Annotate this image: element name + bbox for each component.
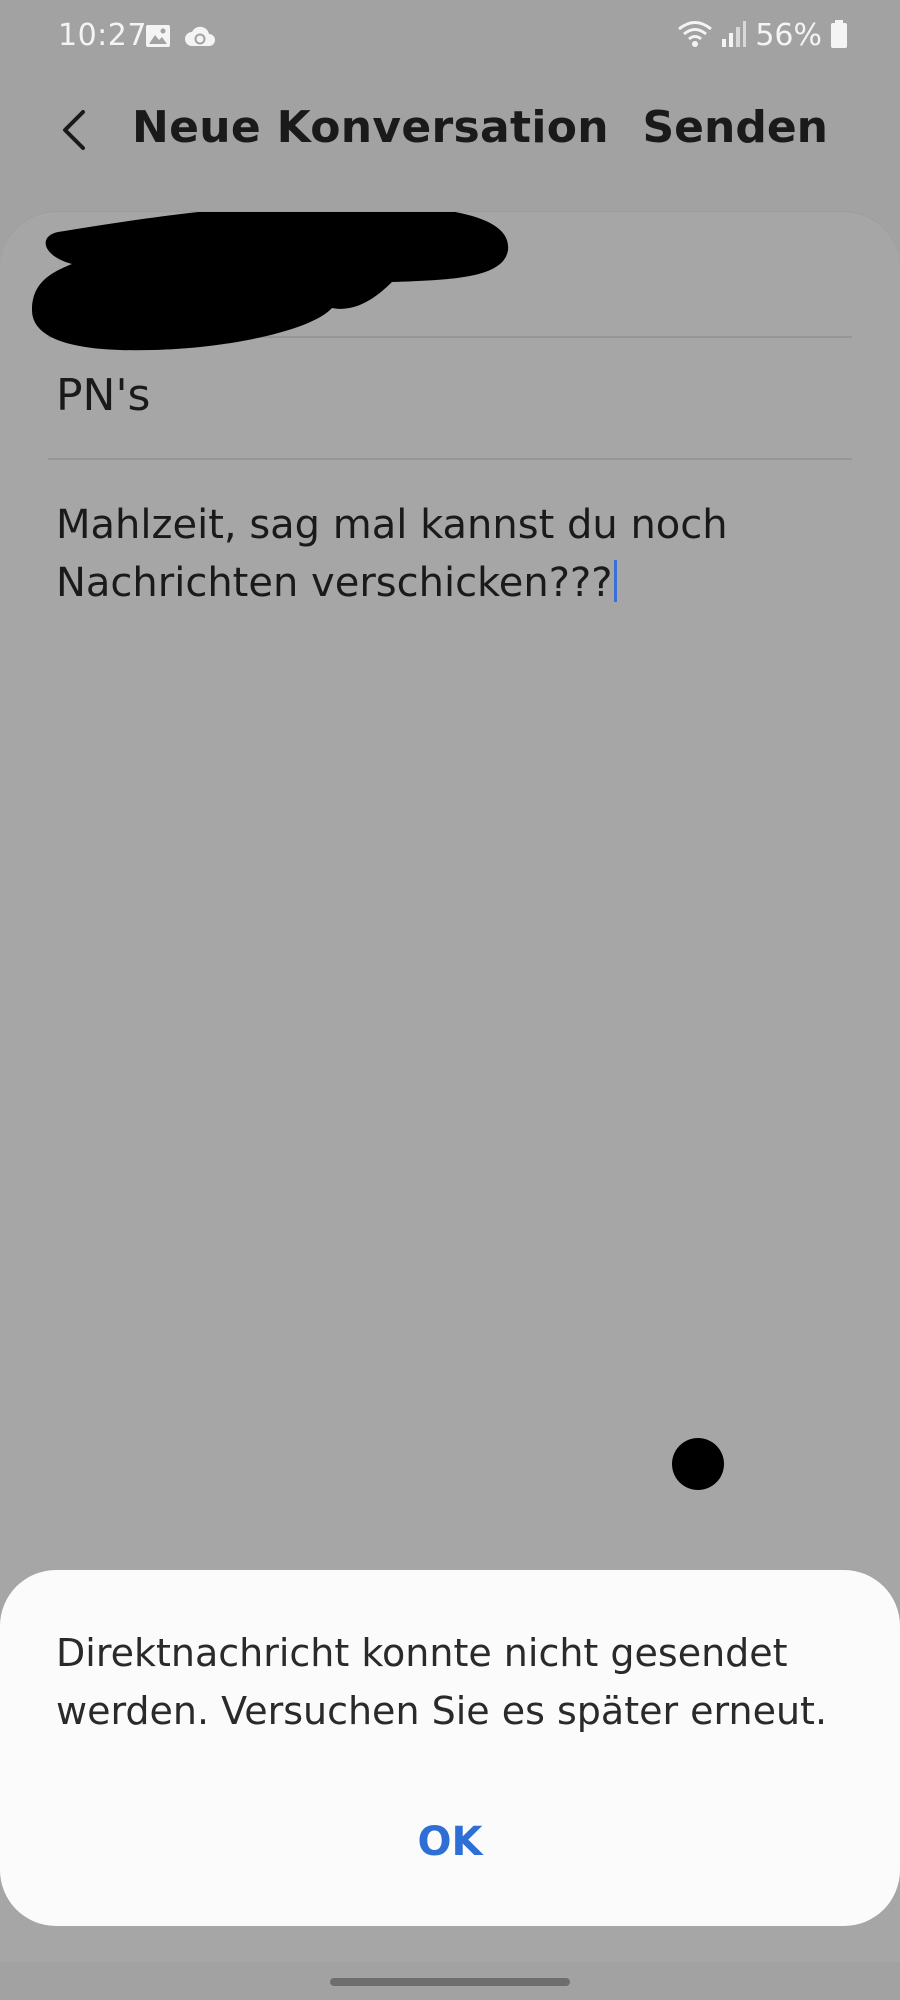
subject-text: PN's bbox=[56, 370, 151, 421]
recipient-field[interactable] bbox=[32, 212, 852, 351]
redaction-scribble bbox=[32, 212, 509, 351]
ok-button[interactable]: OK bbox=[350, 1806, 550, 1878]
gesture-nav-handle[interactable] bbox=[330, 1978, 570, 1986]
text-cursor bbox=[614, 560, 618, 602]
back-button[interactable] bbox=[48, 102, 100, 158]
app-bar: Neue Konversation Senden bbox=[0, 80, 900, 180]
status-time: 10:27 bbox=[58, 18, 147, 53]
error-dialog: Direktnachricht konnte nicht gesendet we… bbox=[0, 1570, 900, 1926]
cloud-sync-icon bbox=[184, 22, 216, 54]
message-input[interactable]: Mahlzeit, sag mal kannst du noch Nachric… bbox=[56, 496, 846, 612]
signal-icon bbox=[721, 19, 747, 53]
status-notification-icons bbox=[144, 22, 216, 54]
message-text: Mahlzeit, sag mal kannst du noch Nachric… bbox=[56, 502, 728, 606]
black-dot-mark bbox=[672, 1438, 724, 1490]
status-system-icons: 56% bbox=[677, 18, 848, 53]
page-title: Neue Konversation bbox=[132, 102, 609, 153]
battery-icon bbox=[830, 19, 848, 53]
dialog-message: Direktnachricht konnte nicht gesendet we… bbox=[56, 1631, 828, 1733]
battery-percentage: 56% bbox=[755, 18, 822, 53]
chevron-left-icon bbox=[63, 110, 85, 150]
wifi-icon bbox=[677, 19, 713, 53]
subject-field[interactable]: PN's bbox=[48, 336, 852, 460]
gallery-icon bbox=[144, 22, 172, 54]
send-button[interactable]: Senden bbox=[642, 102, 828, 153]
status-bar: 10:27 56% bbox=[0, 0, 900, 80]
